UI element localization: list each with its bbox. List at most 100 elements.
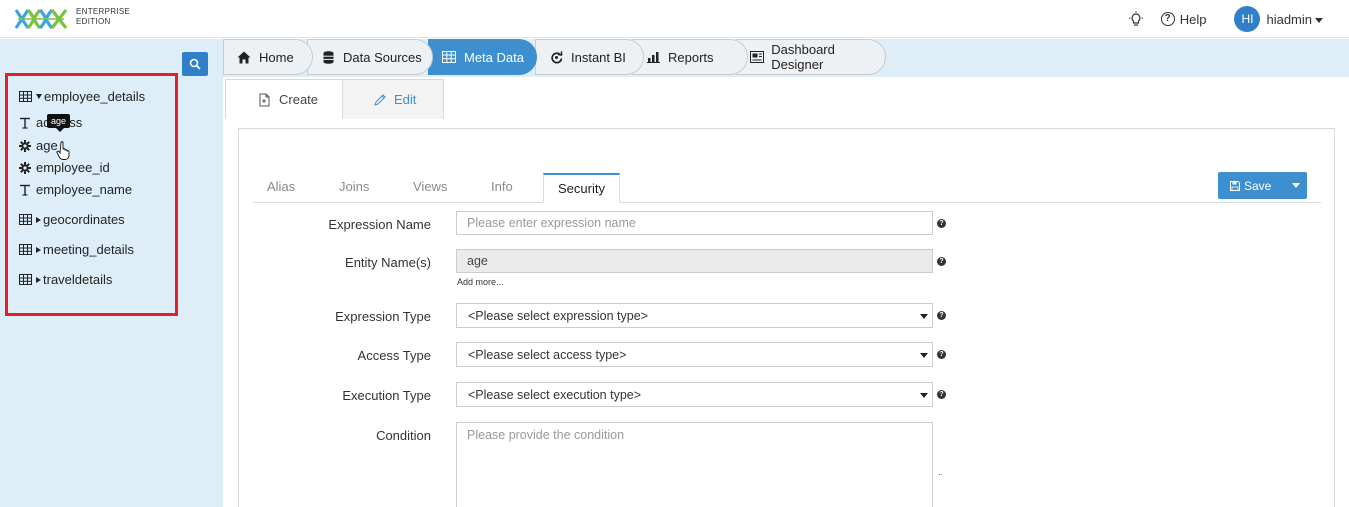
add-more-link[interactable]: Add more... (457, 277, 504, 287)
chevron-down-icon (920, 353, 928, 358)
help-icon[interactable]: ? (937, 311, 946, 320)
database-icon (320, 49, 336, 65)
chevron-down-icon (920, 393, 928, 398)
chevron-down-icon (920, 314, 928, 319)
access-type-value: <Please select access type> (468, 347, 627, 362)
gear-icon (18, 139, 32, 152)
table-icon (18, 244, 32, 256)
tab-dashboard-designer[interactable]: Dashboard Designer (736, 39, 886, 75)
caret-right-icon (36, 216, 41, 223)
tree-node-traveldetails[interactable]: traveldetails (18, 272, 112, 287)
username-label: hiadmin (1266, 11, 1312, 27)
resize-handle[interactable]: .. (938, 467, 943, 477)
expression-name-label: Expression Name (328, 217, 431, 232)
caret-right-icon (36, 246, 41, 253)
help-icon[interactable]: ? (937, 350, 946, 359)
helical-logo[interactable] (14, 6, 68, 32)
inner-tab-bar: Alias Joins Views Info Security (253, 173, 1321, 203)
meta-data-content: Create Edit Alias Joins Views Info Secur… (223, 77, 1349, 507)
table-icon (18, 91, 32, 103)
home-icon (236, 49, 252, 65)
tab-joins[interactable]: Joins (339, 179, 369, 194)
tab-label: Edit (394, 92, 417, 107)
tab-data-sources[interactable]: Data Sources (307, 39, 433, 75)
tree-node-label: employee_details (44, 89, 146, 104)
help-icon[interactable]: ? (937, 257, 946, 266)
gear-icon (18, 161, 32, 174)
entity-names-label: Entity Name(s) (345, 255, 431, 270)
tab-create[interactable]: Create (225, 79, 343, 119)
metadata-sidebar: employee_details address age employee_id… (0, 39, 223, 507)
expression-type-value: <Please select expression type> (468, 308, 648, 323)
chevron-down-icon (1315, 17, 1323, 23)
help-question-icon: ? (1160, 12, 1175, 26)
tab-views[interactable]: Views (413, 179, 447, 194)
tab-label: Meta Data (464, 49, 524, 65)
save-label: Save (1244, 178, 1272, 193)
tree-node-label: age (36, 138, 58, 153)
lightbulb-icon[interactable] (1127, 10, 1145, 28)
refresh-icon (548, 49, 564, 65)
edition-line-2: EDITION (76, 17, 111, 26)
access-type-select[interactable]: <Please select access type> (456, 342, 933, 367)
save-action[interactable]: Save (1218, 179, 1284, 193)
entity-names-input: age (456, 249, 933, 273)
search-button[interactable] (182, 52, 208, 76)
condition-label: Condition (376, 428, 431, 443)
access-type-label: Access Type (357, 348, 431, 363)
edition-line-1: ENTERPRISE (76, 7, 131, 16)
bar-chart-icon (645, 49, 661, 65)
main-nav: Dashboard Designer Reports Instant BI Me… (223, 39, 1349, 77)
entity-names-value: age (467, 254, 488, 268)
tree-node-meeting-details[interactable]: meeting_details (18, 242, 134, 257)
tree-node-label: employee_id (36, 160, 110, 175)
tree-node-employee-details[interactable]: employee_details (18, 89, 145, 104)
caret-right-icon (36, 276, 41, 283)
help-icon[interactable]: ? (937, 390, 946, 399)
expression-type-label: Expression Type (335, 309, 431, 324)
tree-node-employee-id[interactable]: employee_id (18, 160, 110, 175)
chevron-down-icon (1291, 183, 1300, 188)
tab-edit[interactable]: Edit (343, 79, 444, 119)
tree-node-label: traveldetails (43, 272, 113, 287)
save-button[interactable]: Save (1218, 172, 1307, 199)
tree-node-age[interactable]: age (18, 138, 58, 153)
tree-node-label: meeting_details (43, 242, 135, 257)
save-dropdown-toggle[interactable] (1284, 183, 1307, 188)
tab-home[interactable]: Home (223, 39, 313, 75)
help-link[interactable]: ? Help (1160, 12, 1206, 27)
execution-type-select[interactable]: <Please select execution type> (456, 382, 933, 407)
tab-meta-data[interactable]: Meta Data (428, 39, 537, 75)
user-menu[interactable]: hiadmin (1266, 12, 1323, 27)
tab-instant-bi[interactable]: Instant BI (535, 39, 644, 75)
expression-type-select[interactable]: <Please select expression type> (456, 303, 933, 328)
tree-node-employee-name[interactable]: employee_name (18, 182, 132, 197)
edition-label: ENTERPRISE EDITION (76, 7, 130, 27)
caret-down-icon (36, 94, 42, 99)
tab-info[interactable]: Info (491, 179, 513, 194)
execution-type-value: <Please select execution type> (468, 387, 642, 402)
tab-reports[interactable]: Reports (632, 39, 748, 75)
help-icon[interactable]: ? (937, 219, 946, 228)
top-bar: ENTERPRISE EDITION ? Help HI hiadmin (0, 0, 1349, 38)
pencil-icon (374, 93, 386, 106)
search-icon (189, 58, 201, 70)
tree-node-label: employee_name (36, 182, 133, 197)
tab-alias[interactable]: Alias (267, 179, 295, 194)
tab-label: Reports (668, 49, 714, 65)
tab-label: Create (279, 92, 319, 107)
condition-textarea[interactable]: Please provide the condition (456, 422, 933, 507)
text-type-icon (18, 184, 32, 196)
execution-type-label: Execution Type (342, 388, 431, 403)
expression-name-input[interactable]: Please enter expression name (456, 211, 933, 235)
tab-label: Instant BI (571, 49, 626, 65)
text-type-icon (18, 117, 32, 129)
tree-node-geocordinates[interactable]: geocordinates (18, 212, 125, 227)
tab-label: Data Sources (343, 49, 422, 65)
avatar[interactable]: HI (1234, 6, 1261, 32)
tab-security[interactable]: Security (543, 173, 620, 203)
hand-cursor-icon (56, 141, 70, 160)
security-panel: Alias Joins Views Info Security Save Exp… (238, 128, 1335, 507)
create-file-icon (259, 93, 270, 106)
tree-node-label: geocordinates (43, 212, 125, 227)
